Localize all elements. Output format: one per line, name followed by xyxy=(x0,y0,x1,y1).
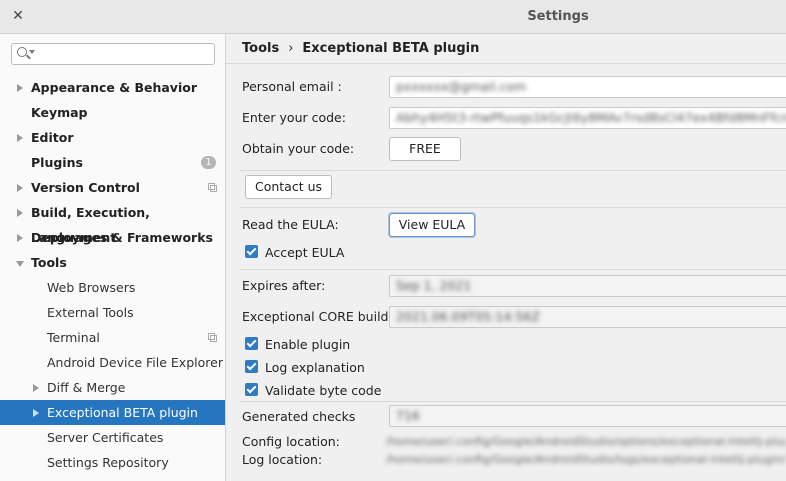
sidebar-item-label: Web Browsers xyxy=(47,280,136,295)
sidebar-item-label: Server Certificates xyxy=(47,430,164,445)
eula-label: Read the EULA: xyxy=(242,217,339,232)
sidebar-item-plugins[interactable]: Plugins 1 xyxy=(0,150,225,175)
sidebar-item-external-tools[interactable]: External Tools xyxy=(0,300,225,325)
validate-byte-code-label[interactable]: Validate byte code xyxy=(265,383,381,398)
sidebar-item-label: Plugins xyxy=(31,155,83,170)
contact-us-button[interactable]: Contact us xyxy=(245,175,332,199)
log-explanation-checkbox[interactable] xyxy=(245,360,258,373)
personal-email-field[interactable]: pxxxxxx@gmail.com xyxy=(389,76,786,98)
breadcrumb-current: Exceptional BETA plugin xyxy=(302,41,480,56)
breadcrumb-separator: › xyxy=(288,41,294,56)
breadcrumb-parent[interactable]: Tools xyxy=(242,41,279,56)
sidebar-item-server-certificates[interactable]: Server Certificates xyxy=(0,425,225,450)
chevron-down-icon[interactable] xyxy=(29,50,35,54)
generated-checks-label: Generated checks xyxy=(242,409,356,424)
log-location-label: Log location: xyxy=(242,452,323,467)
settings-content: Tools › Exceptional BETA plugin Personal e… xyxy=(226,34,786,481)
title-bar: ✕ Settings xyxy=(0,0,786,34)
sidebar-item-label: Diff & Merge xyxy=(47,380,126,395)
enter-code-label: Enter your code: xyxy=(242,110,346,125)
expand-arrow-icon[interactable] xyxy=(17,134,23,142)
sidebar-item-label: Terminal xyxy=(47,330,100,345)
enter-code-field[interactable]: Abhy4H5t3-rtwPfuuqs1kGcjt6y8MAv7rsd8sCl4… xyxy=(389,107,786,129)
personal-email-label: Personal email : xyxy=(242,79,342,94)
expires-after-field: Sep 1, 2021 xyxy=(389,275,786,297)
expires-after-label: Expires after: xyxy=(242,278,326,293)
sidebar-item-settings-repository[interactable]: Settings Repository xyxy=(0,450,225,475)
obtain-code-label: Obtain your code: xyxy=(242,141,355,156)
sidebar-item-exceptional-beta-plugin[interactable]: Exceptional BETA plugin xyxy=(0,400,225,425)
free-button[interactable]: FREE xyxy=(389,137,461,161)
sidebar-item-label: Android Device File Explorer xyxy=(47,355,223,370)
core-build-value: 2021.06.09T05:14:56Z xyxy=(396,309,540,324)
divider xyxy=(240,401,786,402)
settings-sidebar: Appearance & Behavior Keymap Editor Plug… xyxy=(0,34,226,481)
sidebar-item-label: Tools xyxy=(31,255,67,270)
sidebar-item-android-device-file-explorer[interactable]: Android Device File Explorer xyxy=(0,350,225,375)
sidebar-item-label: External Tools xyxy=(47,305,134,320)
core-build-label: Exceptional CORE build: xyxy=(242,309,393,324)
updates-badge: 1 xyxy=(201,156,216,169)
expand-arrow-icon[interactable] xyxy=(17,234,23,242)
expand-arrow-icon[interactable] xyxy=(17,209,23,217)
log-explanation-label[interactable]: Log explanation xyxy=(265,360,365,375)
sidebar-item-label: Keymap xyxy=(31,105,88,120)
sidebar-item-label: Editor xyxy=(31,130,74,145)
sidebar-item-appearance-behavior[interactable]: Appearance & Behavior xyxy=(0,75,225,100)
breadcrumb: Tools › Exceptional BETA plugin xyxy=(242,41,479,56)
sidebar-item-editor[interactable]: Editor xyxy=(0,125,225,150)
enable-plugin-checkbox[interactable] xyxy=(245,337,258,350)
divider xyxy=(240,207,786,208)
search-input[interactable] xyxy=(11,43,215,65)
sidebar-item-version-control[interactable]: Version Control xyxy=(0,175,225,200)
validate-byte-code-checkbox[interactable] xyxy=(245,383,258,396)
sidebar-item-web-browsers[interactable]: Web Browsers xyxy=(0,275,225,300)
header-divider xyxy=(226,63,786,64)
sidebar-item-diff-merge[interactable]: Diff & Merge xyxy=(0,375,225,400)
sidebar-item-build-execution-deployment[interactable]: Build, Execution, Deployment xyxy=(0,200,225,245)
sidebar-item-label: Settings Repository xyxy=(47,455,169,470)
sidebar-item-terminal[interactable]: Terminal xyxy=(0,325,225,350)
project-settings-icon xyxy=(208,183,217,192)
expand-arrow-icon[interactable] xyxy=(33,384,39,392)
expand-arrow-icon[interactable] xyxy=(17,184,23,192)
view-eula-button[interactable]: View EULA xyxy=(389,213,475,237)
core-build-field: 2021.06.09T05:14:56Z xyxy=(389,306,786,328)
enable-plugin-label[interactable]: Enable plugin xyxy=(265,337,350,352)
divider xyxy=(240,170,786,171)
config-location-label: Config location: xyxy=(242,434,340,449)
expires-after-value: Sep 1, 2021 xyxy=(396,278,472,293)
expand-arrow-icon[interactable] xyxy=(33,409,39,417)
sidebar-item-label: Exceptional BETA plugin xyxy=(47,405,198,420)
generated-checks-field: 716 xyxy=(389,405,786,427)
personal-email-value: pxxxxxx@gmail.com xyxy=(396,79,527,94)
collapse-arrow-icon[interactable] xyxy=(16,261,24,267)
divider xyxy=(240,269,786,270)
search-icon xyxy=(17,47,27,57)
generated-checks-value: 716 xyxy=(396,408,420,423)
sidebar-item-keymap[interactable]: Keymap xyxy=(0,100,225,125)
config-location-value: /home/user/.config/Google/AndroidStudio/… xyxy=(386,435,786,448)
sidebar-item-languages-frameworks[interactable]: Languages & Frameworks xyxy=(0,225,225,250)
enter-code-value: Abhy4H5t3-rtwPfuuqs1kGcjt6y8MAv7rsd8sCl4… xyxy=(396,110,786,125)
log-location-value: /home/user/.config/Google/AndroidStudio/… xyxy=(386,453,786,466)
project-settings-icon xyxy=(208,333,217,342)
sidebar-item-tools[interactable]: Tools xyxy=(0,250,225,275)
window-title: Settings xyxy=(527,9,589,24)
accept-eula-label[interactable]: Accept EULA xyxy=(265,245,344,260)
sidebar-item-label: Version Control xyxy=(31,180,140,195)
sidebar-item-label: Languages & Frameworks xyxy=(31,230,213,245)
accept-eula-checkbox[interactable] xyxy=(245,245,258,258)
expand-arrow-icon[interactable] xyxy=(17,84,23,92)
sidebar-item-label: Appearance & Behavior xyxy=(31,80,197,95)
